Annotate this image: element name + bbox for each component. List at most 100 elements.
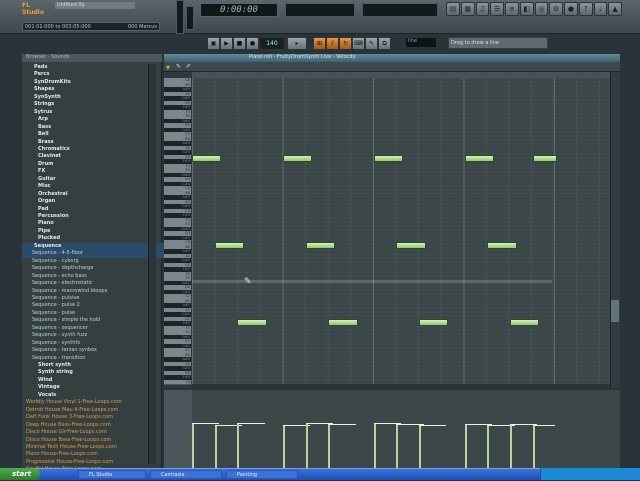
note-block[interactable] [419, 318, 449, 326]
note-block[interactable] [487, 242, 517, 250]
arrow-icon[interactable]: ▾ [166, 63, 170, 72]
piano-keyboard[interactable]: C6 B5 A#5 A5 G#5 G5 F#5 F5 E5 D#5 D5 C#5 C5 B4 A#4 A4 G#… [164, 72, 192, 388]
slice-button[interactable]: ⫽ [326, 37, 339, 50]
note-block[interactable] [532, 154, 558, 162]
note-block[interactable] [328, 318, 358, 326]
browser-sequence-item[interactable]: Sequence - simple the hold [22, 317, 168, 324]
taskbar-item-fl-studio[interactable]: FL Studio [78, 470, 146, 479]
note-block[interactable] [305, 242, 335, 250]
browser-loop-file[interactable]: Detroit House Mau 4-Free-Loops.com [22, 407, 162, 414]
step-sequencer-button[interactable]: ▦ [460, 2, 475, 16]
playlist-button[interactable]: ▤ [446, 2, 460, 16]
note-block[interactable] [192, 154, 222, 162]
record-icon[interactable]: ● [564, 2, 578, 16]
browser-loop-file[interactable]: Progressive House-Free-Loops.com [22, 459, 162, 466]
draw-mode-select[interactable]: line [406, 38, 436, 47]
brush-tool-icon[interactable]: ✐ [186, 63, 191, 70]
browser-loop-file[interactable]: Piano House-Free-Loops.com [22, 451, 162, 458]
piano-roll-title-bar[interactable]: Piano roll - FruityDrumSynth Live - Velo… [164, 54, 620, 62]
help-icon[interactable]: ? [578, 2, 593, 16]
tempo-icon[interactable]: ♩ [593, 2, 608, 16]
browser-sequence-item[interactable]: Sequence - electrostatic [22, 280, 168, 287]
browser-sequence-item[interactable]: Sequence - synth fuzz [22, 332, 168, 339]
velocity-bar[interactable] [328, 423, 331, 468]
time-display[interactable]: 0:00:00 [200, 3, 278, 17]
browser-loop-file[interactable]: Deep House Bass-Free-Loops.com [22, 422, 162, 429]
browser-header[interactable]: Browser - Sounds [22, 54, 162, 62]
mixer-button[interactable]: ≡ [505, 2, 519, 16]
plugin-button[interactable]: ◎ [534, 2, 549, 16]
pencil-tool-icon[interactable]: ✎ [176, 63, 181, 70]
browser-sequence-item[interactable]: Sequence - pulse 2 [22, 302, 168, 309]
event-pane-label-area [164, 390, 192, 468]
browser-loop-file[interactable]: Disco House Bass-Free-Loops.com [22, 437, 162, 444]
note-block[interactable] [373, 154, 403, 162]
note-block[interactable] [282, 154, 313, 162]
velocity-bar[interactable] [214, 425, 217, 468]
velocity-bar[interactable] [464, 424, 467, 468]
file-name: Untitled.flp [55, 2, 135, 9]
velocity-bar[interactable] [373, 422, 376, 468]
note-block[interactable] [510, 318, 540, 326]
browser-sequence-item[interactable]: Sequence - 4-5-floor [22, 250, 168, 258]
browser-sequence-item[interactable]: Sequence - echo bass [22, 273, 168, 280]
browser-loop-file[interactable]: Daft Funk House 3-Free-Loops.com [22, 414, 162, 421]
note-block[interactable] [214, 242, 244, 250]
browser-scrollbar[interactable] [148, 64, 156, 464]
browser-button[interactable]: ☰ [490, 2, 504, 16]
output-meter [285, 3, 355, 17]
browser-sequence-item[interactable]: Sequence - sequencer [22, 325, 168, 332]
browser-sequence-item[interactable]: Sequence - depthcharge [22, 265, 168, 272]
velocity-bar[interactable] [396, 424, 399, 468]
app-logo[interactable]: FL Studio [22, 2, 52, 16]
browser-loop-file[interactable]: Minimal Tech House-Free-Loops.com [22, 444, 162, 451]
master-volume-slider[interactable] [176, 0, 184, 34]
browser-sequence-item[interactable]: Sequence - synthfx [22, 340, 168, 347]
master-pitch-slider[interactable] [186, 6, 194, 30]
velocity-bar[interactable] [237, 422, 240, 468]
channel-button[interactable]: ◧ [519, 2, 534, 16]
pattern-mode-button[interactable]: ▣ [207, 37, 220, 50]
browser-sequence-item[interactable]: Sequence - cyborg [22, 258, 168, 265]
snap-button[interactable]: ⊞ [313, 37, 326, 50]
velocity-bar[interactable] [305, 422, 308, 468]
pattern-selector[interactable]: ▸ [287, 37, 307, 50]
piano-roll-button[interactable]: ♫ [475, 2, 490, 16]
note-block[interactable] [396, 242, 426, 250]
loop-button[interactable]: ↻ [339, 37, 352, 50]
browser-loop-file[interactable]: Worldly House Vinyl 1-Free-Loops.com [22, 399, 162, 406]
record-button[interactable]: ● [246, 37, 259, 50]
velocity-bar[interactable] [487, 425, 490, 468]
cpu-button[interactable]: ⚙ [549, 2, 563, 16]
metronome-icon[interactable]: ▲ [608, 2, 622, 16]
stop-icon[interactable]: ■ [233, 37, 246, 50]
vertical-scroll-thumb[interactable] [611, 300, 619, 322]
velocity-cap [419, 425, 447, 427]
note-block[interactable] [464, 154, 494, 162]
typing-keyboard-button[interactable]: ⌨ [352, 37, 365, 50]
vertical-scrollbar[interactable] [610, 72, 620, 388]
note-grid[interactable] [192, 78, 610, 384]
velocity-bar[interactable] [419, 425, 422, 468]
velocity-bar[interactable] [192, 422, 194, 468]
note-block[interactable] [237, 318, 267, 326]
browser-sequence-item[interactable]: Sequence - pulse [22, 310, 168, 317]
browser-loop-file[interactable]: Disco House Gir-Free-Loops.com [22, 429, 162, 436]
play-icon[interactable]: ▶ [220, 37, 233, 50]
browser-sequence-item[interactable]: Sequence - tarzan synbox [22, 347, 168, 354]
velocity-event-pane[interactable] [164, 390, 620, 468]
taskbar-item-painting[interactable]: Painting [226, 470, 298, 479]
tempo-display[interactable]: 140 [259, 37, 285, 50]
velocity-bar[interactable] [510, 424, 513, 468]
step-edit-button[interactable]: ✎ [365, 37, 378, 50]
blend-notes-button[interactable]: ⧉ [378, 37, 391, 50]
velocity-bar[interactable] [532, 425, 535, 468]
cpu-meter [362, 3, 438, 17]
start-button[interactable]: start [0, 468, 40, 480]
browser-sequence-item[interactable]: Sequence - transition [22, 355, 168, 362]
browser-sequence-item[interactable]: Sequence - pulsive [22, 295, 168, 302]
velocity-bar[interactable] [282, 425, 285, 468]
piano-key[interactable]: F0 [164, 379, 191, 385]
browser-sequence-item[interactable]: Sequence - macrowind bloops [22, 288, 168, 295]
taskbar-item-camtasia[interactable]: Camtasia [150, 470, 222, 479]
